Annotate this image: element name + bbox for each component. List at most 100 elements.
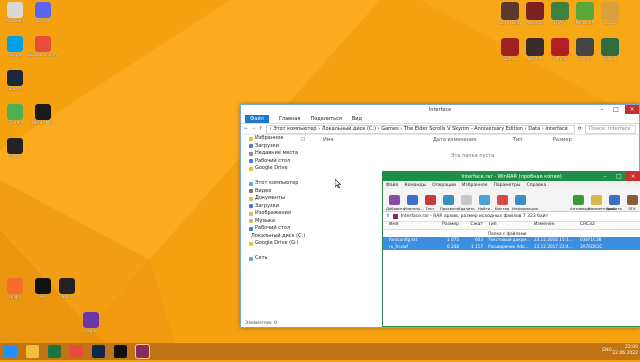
nav-item[interactable]: Сеть [241, 255, 299, 263]
desktop-icon[interactable]: Unity [0, 138, 30, 166]
desktop-icon-label: CS:GO [603, 20, 617, 25]
archive-row[interactable]: ru_fn.swf 6 248 1 117 Расширение Ado... 23.1… [383, 243, 640, 250]
winrar-menu-item[interactable]: Параметры [494, 183, 521, 188]
nav-item[interactable]: Google Drive (G:) [241, 240, 299, 248]
nav-item[interactable]: Недавние места [241, 150, 299, 158]
desktop-icon[interactable]: Dota 2 [498, 38, 522, 66]
taskbar-excel-icon[interactable] [48, 345, 61, 358]
nav-item[interactable]: Загрузки [241, 203, 299, 211]
winrar-menu-item[interactable]: Файл [386, 183, 398, 188]
nav-item[interactable]: Избранное [241, 135, 299, 143]
desktop-icon[interactable]: Origin [0, 278, 30, 306]
taskbar-chrome-icon[interactable] [70, 345, 83, 358]
winrar-tool-button[interactable]: Информация [512, 195, 538, 211]
up-arrow-icon[interactable]: ↑ [258, 126, 262, 132]
nav-item[interactable]: Загрузки [241, 143, 299, 151]
desktop-icon[interactable]: Assassin [523, 2, 547, 30]
winrar-menu-item[interactable]: Справка [526, 183, 546, 188]
desktop-icon[interactable]: GTA V [548, 2, 572, 30]
nav-item[interactable]: Изображения [241, 210, 299, 218]
search-input[interactable]: Поиск: Interface [585, 124, 636, 134]
column-size[interactable]: Размер [437, 222, 461, 229]
winrar-tool-button[interactable]: Антивирус [570, 195, 591, 211]
address-bar[interactable]: › Этот компьютер › Локальный диск (C:) ›… [265, 124, 575, 134]
column-packed[interactable]: Сжат [461, 222, 485, 229]
column-size[interactable]: Размер [553, 137, 593, 143]
select-all-checkbox[interactable]: ☐ [301, 137, 323, 143]
back-arrow-icon[interactable]: ← [244, 126, 248, 132]
desktop-icon[interactable]: Witcher [523, 38, 547, 66]
desktop-icon[interactable]: CS:GO [598, 2, 622, 30]
desktop-icon[interactable]: Vegas [76, 312, 106, 340]
nav-item[interactable]: Локальный диск (C:) [241, 233, 305, 241]
desktop-icon[interactable]: Call of Duty [498, 2, 522, 30]
winrar-menu-bar: Файл Команды Операции Избранное Параметры Спр… [383, 181, 640, 189]
winrar-tool-button[interactable]: Найти [476, 195, 492, 211]
forward-arrow-icon[interactable]: → [251, 126, 255, 132]
nav-item[interactable]: Видео [241, 188, 299, 196]
column-name[interactable]: Имя [323, 137, 433, 143]
nav-item[interactable]: Документы [241, 195, 299, 203]
winrar-menu-item[interactable]: Избранное [462, 183, 488, 188]
desktop-icon[interactable]: Discord [28, 2, 58, 30]
nav-item[interactable]: Рабочий стол [241, 225, 299, 233]
desktop-icon[interactable]: Nexus Mod [28, 104, 58, 132]
maximize-button[interactable]: □ [609, 105, 623, 114]
taskbar-recorder-icon[interactable] [114, 345, 127, 358]
winrar-menu-item[interactable]: Команды [404, 183, 426, 188]
column-date[interactable]: Дата изменения [433, 137, 513, 143]
taskbar-photoshop-icon[interactable] [92, 345, 105, 358]
winrar-maximize-button[interactable]: □ [612, 172, 626, 181]
winrar-tool-button[interactable]: Комментарий [588, 195, 615, 211]
desktop-icon[interactable]: Fallout [598, 38, 622, 66]
ribbon-tab-share[interactable]: Поделиться [310, 116, 341, 122]
desktop-icon[interactable]: Hitman [548, 38, 572, 66]
desktop-icon[interactable]: Steam [0, 70, 30, 98]
archive-row[interactable]: fontconfig.txt 1 075 603 Текстовый докум...… [383, 236, 640, 243]
winrar-titlebar[interactable]: Interface.rar - WinRAR (пробная копия) –… [383, 172, 640, 181]
nav-item[interactable]: Рабочий стол [241, 158, 299, 166]
nav-item[interactable]: Этот компьютер [241, 180, 299, 188]
column-name[interactable]: Имя [383, 222, 437, 229]
column-crc[interactable]: CRC32 [578, 222, 620, 229]
winrar-menu-item[interactable]: Операции [432, 183, 456, 188]
archive-path[interactable]: Interface.rar - RAR архив, размер исходн… [401, 214, 548, 219]
desktop-icon[interactable]: Skyrim [573, 38, 597, 66]
desktop-icon[interactable]: Minecraft [573, 2, 597, 30]
desktop-icon[interactable]: Корзина [0, 2, 30, 30]
refresh-icon[interactable]: ⟳ [578, 126, 582, 132]
taskbar-start-icon[interactable] [4, 345, 17, 358]
winrar-close-button[interactable]: × [626, 172, 640, 181]
taskbar-explorer-icon[interactable] [26, 345, 39, 358]
taskbar-winrar-icon[interactable] [135, 344, 150, 359]
winrar-tool-button[interactable]: Тест [422, 195, 438, 211]
column-type[interactable]: Тип [513, 137, 553, 143]
column-modified[interactable]: Изменён [532, 222, 578, 229]
ribbon-tab-file[interactable]: Файл [245, 115, 269, 123]
desktop-icon[interactable]: Twitch [52, 278, 82, 306]
close-button[interactable]: × [625, 105, 639, 114]
nav-item[interactable]: Музыка [241, 218, 299, 226]
winrar-minimize-button[interactable]: – [598, 172, 612, 181]
ribbon-tab-home[interactable]: Главная [279, 116, 301, 122]
winrar-tool-button[interactable]: Защита [606, 195, 622, 211]
winrar-tool-button[interactable]: Просмотр [440, 195, 460, 211]
winrar-tool-button[interactable]: Удалить [458, 195, 475, 211]
language-indicator[interactable]: ENG [602, 348, 612, 354]
column-type[interactable]: Тип [485, 222, 532, 229]
winrar-tool-button[interactable]: SFX [624, 195, 640, 211]
minimize-button[interactable]: – [595, 105, 609, 114]
winrar-tool-button[interactable]: Мастер [494, 195, 510, 211]
winrar-tool-button[interactable]: Извлечь... [404, 195, 424, 211]
desktop-icon[interactable]: Skype [0, 36, 30, 64]
desktop-icon[interactable]: Google Chrome [28, 36, 58, 64]
nav-item[interactable]: Google Drive [241, 165, 299, 173]
explorer-titlebar[interactable]: Interface – □ × [241, 105, 639, 115]
desktop-icon[interactable]: uTorrent [0, 104, 30, 132]
up-folder-icon[interactable]: ⬆ [386, 214, 390, 219]
tool-label: Удалить [458, 206, 475, 211]
clock-date[interactable]: 22.06.2022 [612, 351, 638, 357]
winrar-window[interactable]: Interface.rar - WinRAR (пробная копия) –… [382, 171, 640, 327]
ribbon-tab-view[interactable]: Вид [352, 116, 362, 122]
winrar-tool-button[interactable]: Добавить [386, 195, 405, 211]
